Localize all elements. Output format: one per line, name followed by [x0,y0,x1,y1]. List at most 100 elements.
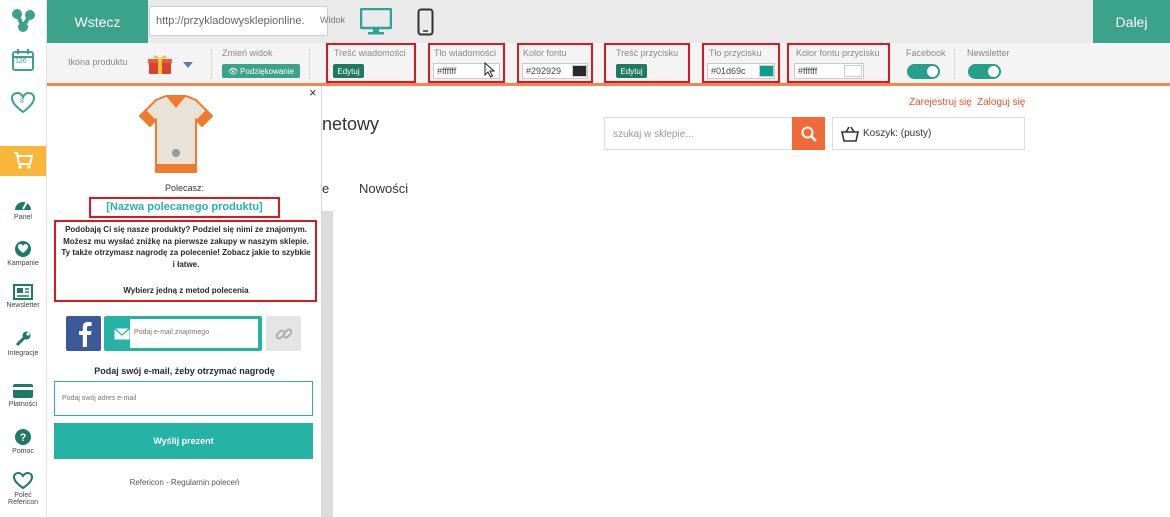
store-preview: Zarejestruj się Zaloguj się netowy szuka… [322,89,1170,517]
change-view-button[interactable]: 👁 Podziękowanie [222,64,300,78]
recommend-popup: × Polecasz: [Nazwa polecanego produktu] … [47,85,322,517]
heart-count: 8 [20,98,24,105]
sidebar-item-integracje[interactable]: Integracje [0,330,46,357]
friend-email-input[interactable]: Podaj e-mail znajomego [130,319,258,348]
gift-icon [148,55,172,74]
favorites-button[interactable]: 8 [0,92,46,116]
settings-toolbar: Ikona produktu Zmień widok 👁 Podziękowan… [47,43,1170,86]
sidebar-item-polec[interactable]: Poleć Refericon [0,472,46,506]
sidebar-item-label: Pomoc [12,448,34,455]
sidebar-item-label: Kampanie [7,260,39,267]
message-bg-label: Tło wiadomości [434,48,497,58]
store-title: netowy [322,114,380,134]
login-link[interactable]: Zaloguj się [977,97,1025,108]
cart-icon [14,152,33,169]
facebook-label: Facebook [906,48,946,58]
button-font-color-swatch[interactable] [844,65,862,77]
calendar-button[interactable]: 126 [0,48,46,74]
sidebar-item-label: Newsletter [6,302,40,309]
message-content-label: Treść wiadomości [334,48,406,58]
sidebar-item-newsletter[interactable]: Newsletter [0,284,46,309]
logo-icon [12,9,35,32]
divider [309,49,310,79]
font-color-swatch[interactable] [572,65,587,77]
cart-label: Koszyk: (pusty) [863,128,932,139]
envelope-icon [114,328,130,340]
search-icon [801,126,817,142]
svg-text:?: ? [20,432,27,444]
sidebar-item-platnosci[interactable]: Płatności [0,383,46,408]
nav-item-new[interactable]: Nowości [359,181,408,196]
sidebar-item-kampanie[interactable]: Kampanie [0,240,46,267]
banner-image-edge [322,211,333,517]
product-icon-label: Ikona produktu [68,57,128,67]
button-edit-button[interactable]: Edytuj [616,64,647,78]
shop-button[interactable] [0,146,46,176]
sidebar-item-label: Panel [14,214,32,221]
divider [211,49,212,79]
desktop-view-button[interactable] [359,7,393,41]
left-sidebar: 126 8 Panel Kampanie Newsletter Integrac… [0,0,47,517]
recommend-label: Polecasz: [164,183,205,193]
font-color-label: Kolor fontu [523,48,567,58]
own-email-prompt: Podaj swój e-mail, żeby otrzymać nagrodę [94,366,275,376]
nav-item-fragment[interactable]: e [322,181,329,196]
own-email-input[interactable]: Podaj swój adres e-mail [54,381,313,416]
facebook-toggle[interactable] [907,64,940,79]
facebook-icon [79,322,92,347]
divider [954,49,955,79]
mobile-view-button[interactable] [417,8,434,41]
product-name: [Nazwa polecanego produktu] [106,201,263,213]
heart-badge-icon [15,241,31,257]
dashboard-icon [15,201,31,210]
mobile-icon [417,8,434,36]
popup-message: Podobają Ci się nasze produkty? Podziel … [61,225,311,269]
sidebar-item-label: Płatności [8,401,38,408]
back-button[interactable]: Wstecz [47,0,148,43]
sidebar-item-label-2: Refericon [8,499,38,506]
terms-link[interactable]: Refericon - Regulamin poleceń [47,478,322,487]
url-field[interactable]: http://przykladowysklepionline. [149,6,328,36]
basket-icon [841,126,859,142]
help-icon: ? [15,429,31,445]
credit-card-icon [13,384,33,398]
cursor-icon [484,62,496,78]
desktop-icon [359,7,393,35]
newsletter-toggle[interactable] [968,64,1001,79]
store-search-input[interactable]: szukaj w sklepie... [604,117,793,150]
change-view-label: Zmień widok [222,48,273,58]
message-edit-button[interactable]: Edytuj [333,64,364,78]
send-gift-button[interactable]: Wyślij prezent [54,423,313,459]
email-share-box[interactable]: Podaj e-mail znajomego [104,316,262,351]
eye-icon: 👁 [228,66,239,76]
chevron-down-icon [183,62,193,68]
sidebar-item-label: Integracje [7,350,39,357]
top-bar: Wstecz http://przykladowysklepionline. W… [47,0,1170,43]
link-icon [275,328,293,340]
heart-outline-icon [13,472,33,490]
logo[interactable] [0,6,46,36]
next-button[interactable]: Dalej [1093,0,1170,43]
product-placeholder-icon [138,95,214,173]
calendar-day: 126 [15,58,27,65]
product-icon-picker[interactable] [147,53,193,80]
facebook-share-button[interactable] [66,316,101,351]
store-search-button[interactable] [792,117,825,150]
choose-method-text: Wybierz jedną z metod polecenia [123,286,249,295]
button-content-label: Treść przycisku [616,48,679,58]
button-font-color-label: Kolor fontu przycisku [796,48,880,58]
newspaper-icon [13,284,33,300]
sidebar-item-panel[interactable]: Panel [0,196,46,221]
copy-link-button[interactable] [266,316,301,351]
button-bg-label: Tło przycisku [709,48,762,58]
button-bg-swatch[interactable] [759,65,774,77]
store-cart-box[interactable]: Koszyk: (pusty) [832,117,1025,150]
wrench-icon [15,331,31,347]
sidebar-item-label: Poleć [14,492,32,499]
change-view-value: Podziękowanie [240,66,294,76]
close-icon[interactable]: × [309,85,317,100]
newsletter-label: Newsletter [967,48,1010,58]
view-label: Widok [320,15,346,25]
register-link[interactable]: Zarejestruj się [909,97,972,108]
sidebar-item-pomoc[interactable]: ? Pomoc [0,428,46,455]
